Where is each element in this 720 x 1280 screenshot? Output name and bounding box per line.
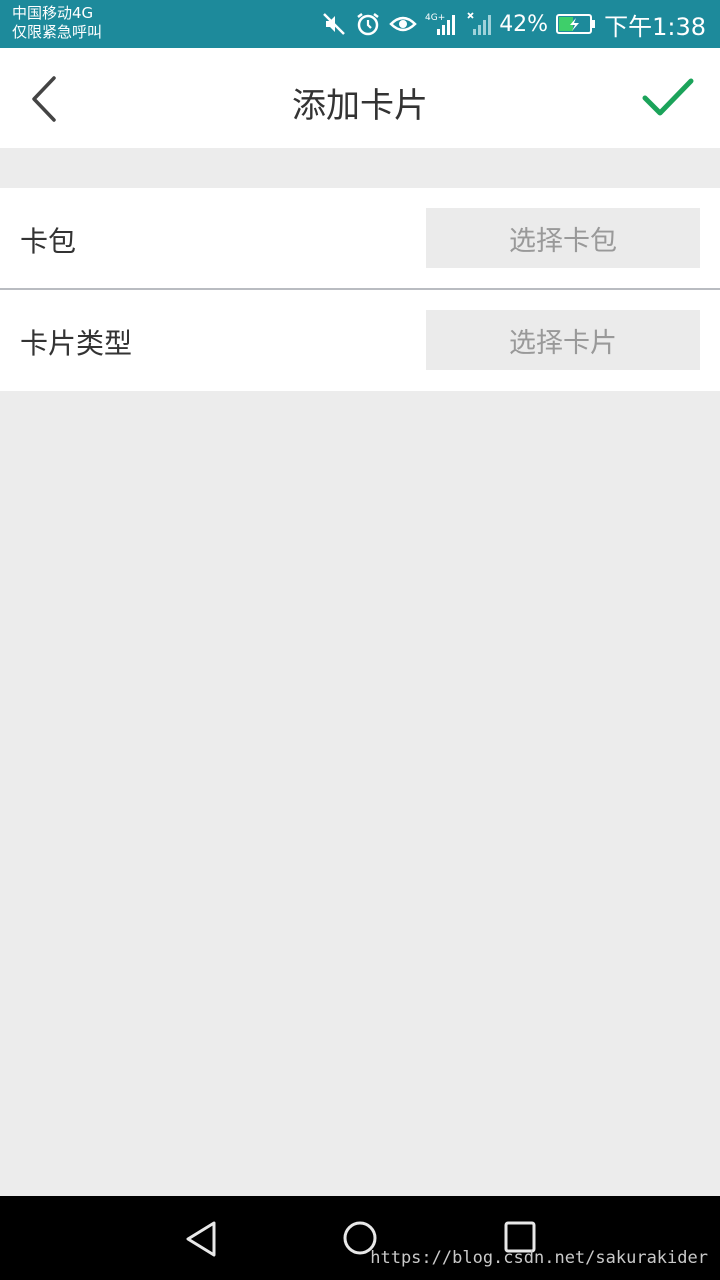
check-icon <box>642 78 694 116</box>
empty-content-area <box>0 391 720 1196</box>
select-card-wallet-button[interactable]: 选择卡包 <box>426 208 700 268</box>
card-wallet-label: 卡包 <box>20 225 77 258</box>
svg-text:4G+: 4G+ <box>425 13 445 23</box>
page-title: 添加卡片 <box>292 86 428 126</box>
carrier-info: 中国移动4G 仅限紧急呼叫 <box>12 4 102 42</box>
section-spacer <box>0 148 720 188</box>
card-type-row: 卡片类型 选择卡片 <box>0 290 720 391</box>
watermark-url: https://blog.csdn.net/sakurakider <box>370 1248 708 1268</box>
back-triangle-icon <box>186 1221 216 1257</box>
battery-charging-icon <box>556 13 596 35</box>
wifi-off-signal-icon <box>467 11 492 37</box>
status-bar: 中国移动4G 仅限紧急呼叫 4G+ 42% 下午1:38 <box>0 0 720 48</box>
clock: 下午1:38 <box>604 12 706 41</box>
system-nav-bar: https://blog.csdn.net/sakurakider <box>0 1196 720 1280</box>
card-wallet-row: 卡包 选择卡包 <box>0 188 720 289</box>
confirm-button[interactable] <box>642 76 694 120</box>
signal-icon: 4G+ <box>425 11 459 37</box>
status-icons: 4G+ 42% 下午1:38 <box>321 0 706 48</box>
eye-comfort-icon <box>389 12 417 36</box>
nav-back-button[interactable] <box>184 1220 218 1262</box>
alarm-icon <box>355 11 381 37</box>
card-type-label: 卡片类型 <box>20 327 133 360</box>
carrier-name: 中国移动4G <box>12 4 94 22</box>
emergency-calls-only: 仅限紧急呼叫 <box>12 23 103 41</box>
app-header: 添加卡片 <box>0 48 720 148</box>
mute-icon <box>321 11 347 37</box>
battery-percent: 42% <box>499 11 549 37</box>
select-card-type-button[interactable]: 选择卡片 <box>426 310 700 370</box>
